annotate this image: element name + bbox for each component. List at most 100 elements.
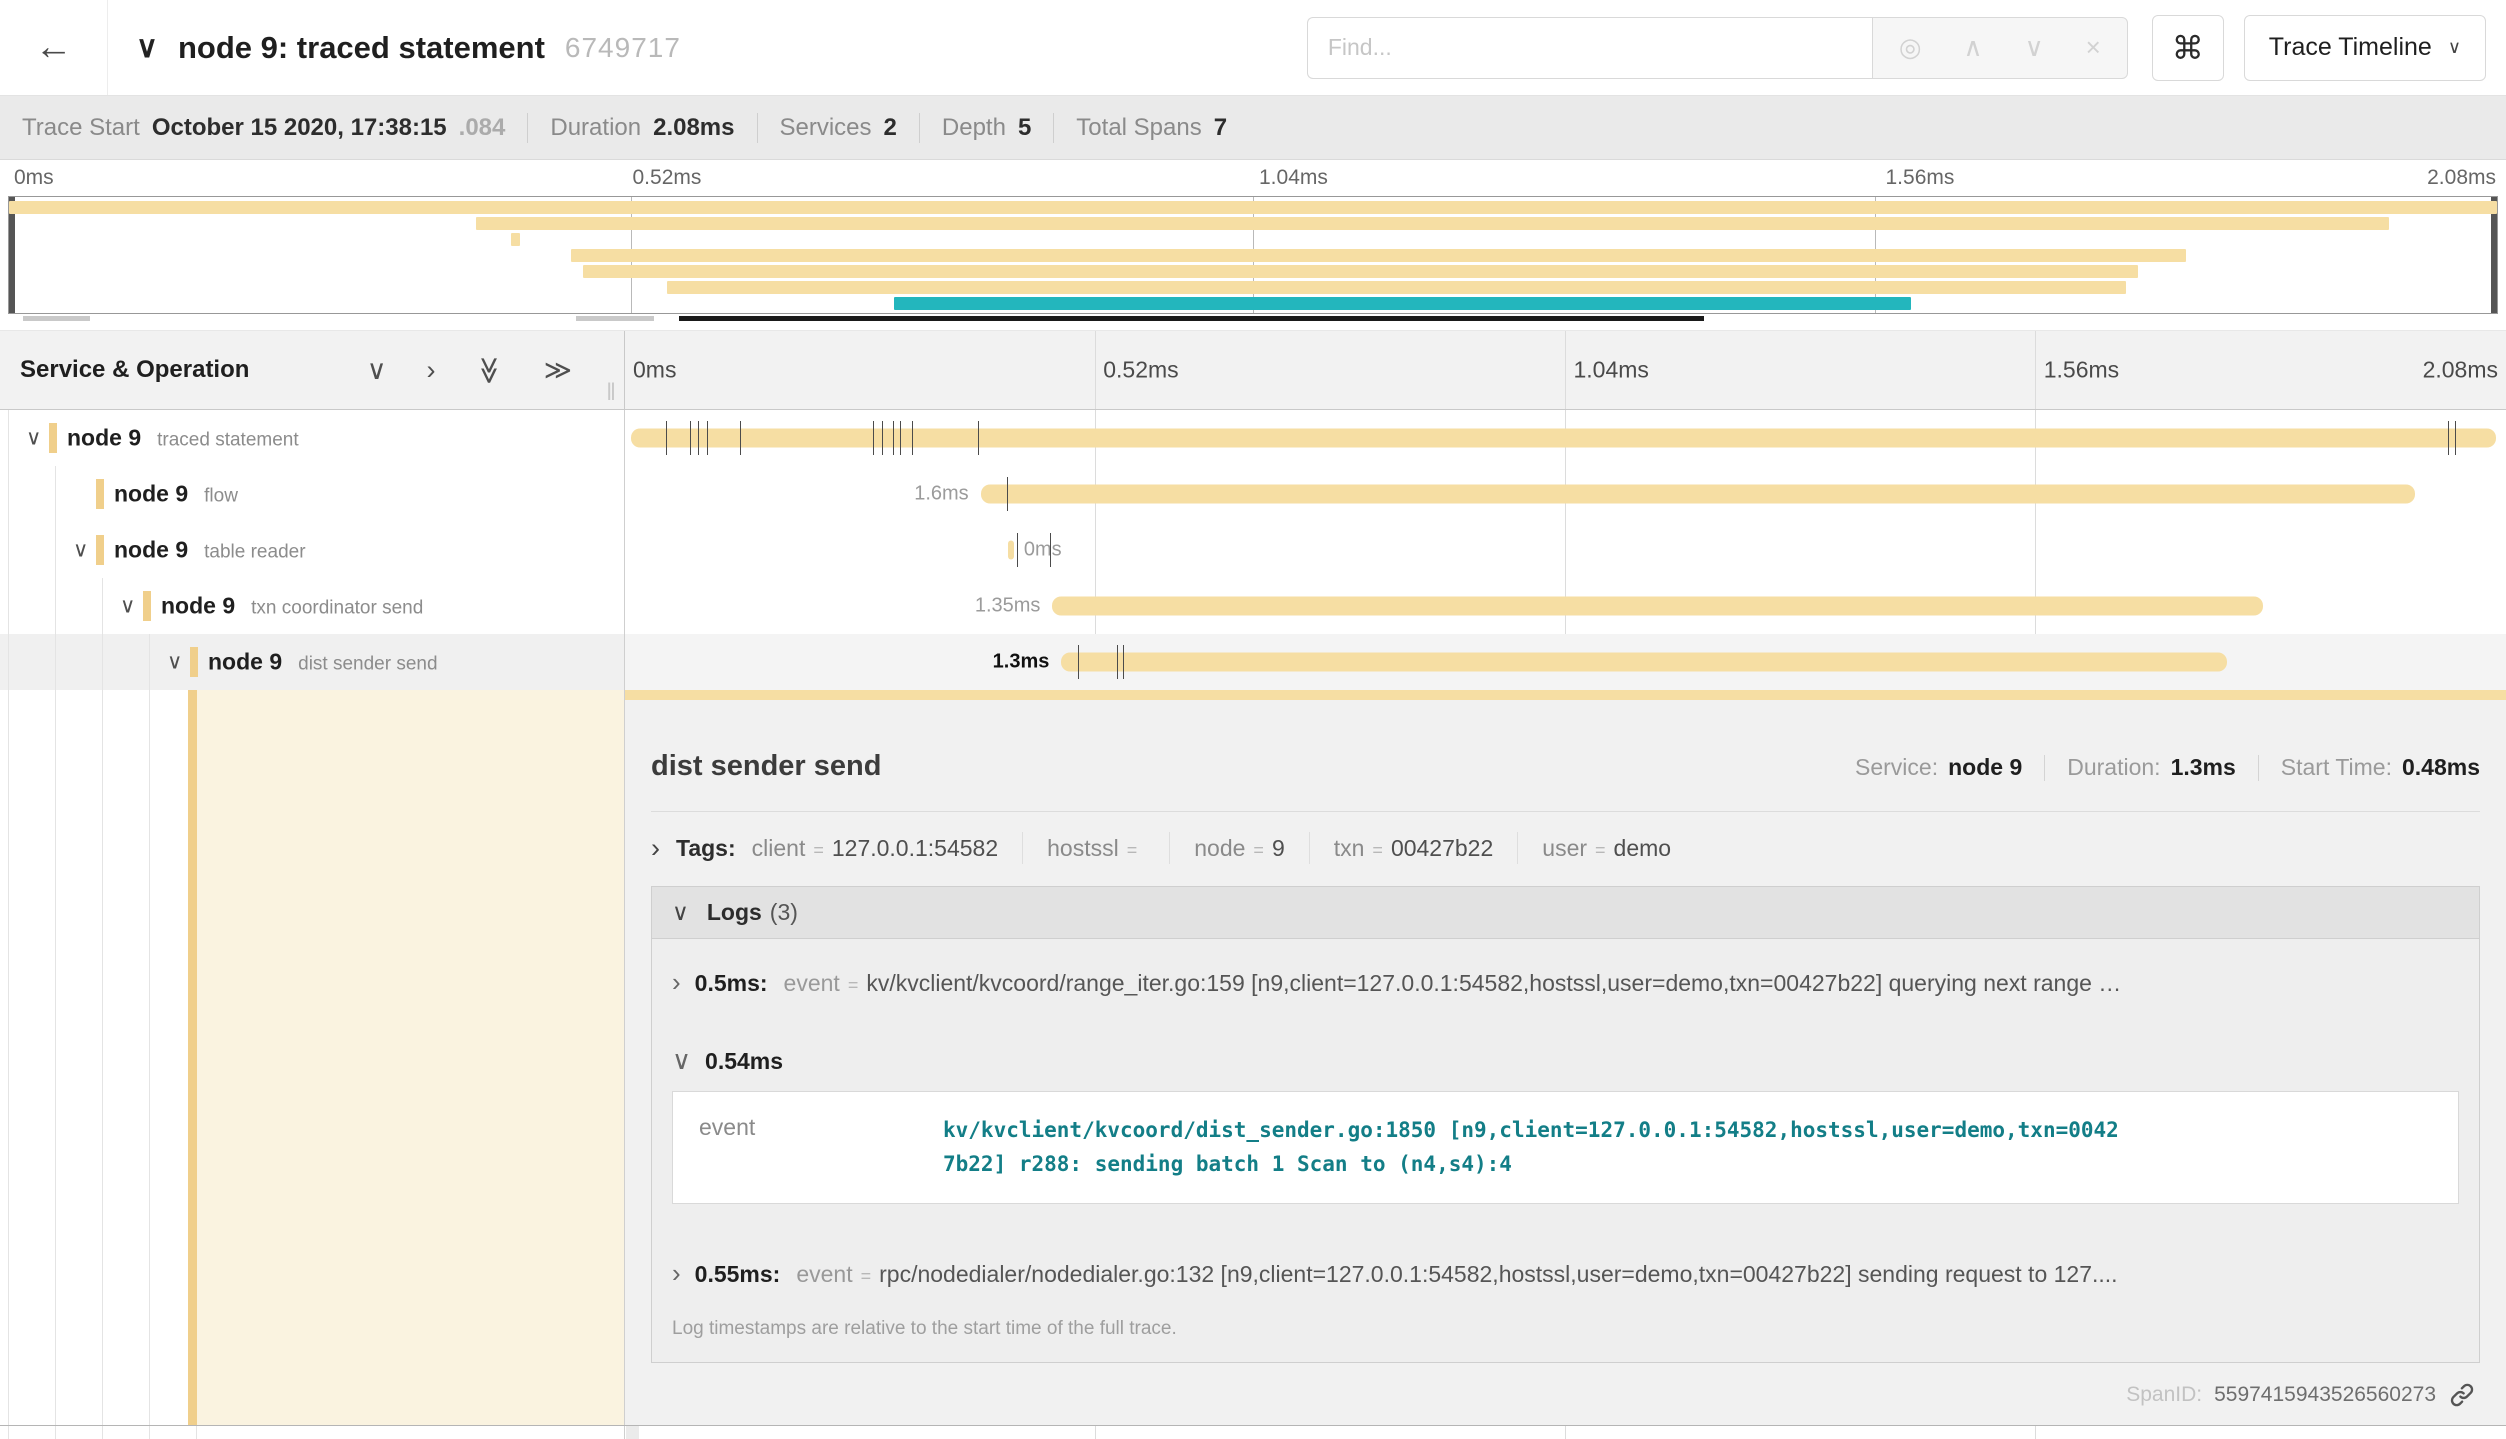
span-row-name-table-reader[interactable]: ∨node 9table reader — [0, 522, 625, 578]
chevron-down-icon: ∨ — [2448, 37, 2461, 58]
log-entry-expanded-header[interactable]: ∨0.54ms — [652, 1023, 2479, 1091]
chevron-down-icon[interactable]: ∨ — [167, 650, 182, 675]
operation-name: txn coordinator send — [251, 598, 423, 620]
summary-value: 7 — [1214, 114, 1227, 142]
equals-sign: = — [1127, 840, 1138, 861]
trace-minimap[interactable]: 0ms0.52ms1.04ms1.56ms2.08ms — [0, 160, 2506, 330]
span-row-name-batch-node9[interactable]: node 9/cockroach.roachpb.I… — [0, 1426, 625, 1439]
collapse-all-icon[interactable]: ≫ — [476, 356, 503, 384]
chevron-down-icon[interactable]: ∨ — [73, 538, 88, 563]
log-entry-collapsed[interactable]: ›0.55ms:event=rpc/nodedialer/nodedialer.… — [652, 1230, 2479, 1314]
clear-search-icon[interactable]: × — [2086, 32, 2101, 63]
minimap-left-handle[interactable] — [9, 197, 15, 313]
indent-guide — [8, 466, 9, 522]
span-row-track-txn-coordinator-send[interactable]: 1.35ms — [625, 578, 2506, 634]
scrollbar[interactable] — [626, 1426, 639, 1439]
collapse-one-icon[interactable]: ∨ — [367, 357, 387, 384]
back-button[interactable]: ← — [0, 0, 108, 95]
logs-header[interactable]: ∨ Logs (3) — [652, 887, 2479, 939]
app-header: ← ∨ node 9: traced statement 6749717 ◎∧∨… — [0, 0, 2506, 96]
detail-meta-label: Start Time: — [2281, 754, 2392, 781]
span-detail-left-gutter — [0, 690, 625, 1425]
span-row-track-dist-sender-send[interactable]: 1.3ms — [625, 634, 2506, 690]
span-row-track-table-reader[interactable]: 0ms — [625, 522, 2506, 578]
ruler-tick-label: 1.04ms — [1574, 357, 1649, 384]
span-bars-area: 0ms — [631, 522, 2496, 578]
minimap-canvas[interactable] — [8, 196, 2498, 314]
detail-meta-label: Duration: — [2067, 754, 2160, 781]
chevron-down-icon[interactable]: ∨ — [26, 426, 41, 451]
log-marker-tick — [893, 421, 894, 455]
minimap-tick-label: 0ms — [14, 166, 54, 190]
span-row-labels: node 9flow — [114, 481, 238, 508]
find-input[interactable] — [1307, 17, 1872, 79]
service-operation-title: Service & Operation — [20, 356, 249, 384]
view-select-button[interactable]: Trace Timeline ∨ — [2244, 15, 2486, 81]
minimap-span-traced-statement — [9, 201, 2497, 214]
log-entry-collapsed[interactable]: ›0.5ms:event=kv/kvclient/kvcoord/range_i… — [652, 939, 2479, 1023]
span-row-name-dist-sender-send[interactable]: ∨node 9dist sender send — [0, 634, 625, 690]
span-row-track-traced-statement[interactable] — [625, 410, 2506, 466]
chevron-down-icon[interactable]: ∨ — [120, 594, 135, 619]
span-row-table-reader[interactable]: ∨node 9table reader0ms — [0, 522, 2506, 578]
span-duration-label: 1.6ms — [914, 483, 968, 506]
tag-key: client — [752, 835, 806, 862]
minimap-span-table-reader — [511, 233, 519, 246]
back-icon: ← — [35, 26, 73, 69]
log-marker-tick — [912, 421, 913, 455]
deep-link-icon[interactable] — [2448, 1381, 2476, 1409]
chevron-right-icon: › — [651, 835, 660, 862]
indent-guide — [102, 578, 103, 634]
keyboard-shortcuts-button[interactable]: ⌘ — [2152, 15, 2224, 81]
span-row-batch-node9[interactable]: node 9/cockroach.roachpb.I…1.22ms — [0, 1426, 2506, 1439]
span-row-track-batch-node9[interactable]: 1.22ms — [625, 1426, 2506, 1439]
log-marker-tick — [698, 421, 699, 455]
chevron-right-icon: › — [672, 969, 681, 995]
minimap-span-dist-sender-send — [583, 265, 2138, 278]
span-row-name-txn-coordinator-send[interactable]: ∨node 9txn coordinator send — [0, 578, 625, 634]
operation-name: dist sender send — [298, 654, 437, 676]
indent-guide — [8, 690, 9, 1425]
log-marker-tick — [2448, 421, 2449, 455]
tag-item-hostssl: hostssl= — [1047, 835, 1145, 862]
summary-item: Trace StartOctober 15 2020, 17:38:15.084 — [22, 114, 505, 142]
indent-guide — [55, 578, 56, 634]
detail-divider — [651, 811, 2480, 812]
expand-one-icon[interactable]: › — [426, 357, 435, 384]
span-bar-dist-sender-send[interactable] — [1061, 653, 2227, 672]
service-color-chip — [143, 591, 151, 621]
column-resizer-handle[interactable]: ‖ — [606, 379, 616, 407]
log-marker-tick — [740, 421, 741, 455]
find-area: ◎ ∧ ∨ × ⌘ Trace Timeline ∨ — [1307, 15, 2486, 81]
span-bar-flow[interactable] — [981, 485, 2416, 504]
service-color-chip — [49, 423, 57, 453]
span-row-dist-sender-send[interactable]: ∨node 9dist sender send1.3ms — [0, 634, 2506, 690]
span-id-label: SpanID: — [2126, 1383, 2202, 1407]
span-id-value: 5597415943526560273 — [2214, 1383, 2436, 1407]
span-row-flow[interactable]: node 9flow 1.6ms — [0, 466, 2506, 522]
minimap-right-handle[interactable] — [2491, 197, 2497, 313]
span-row-name-flow[interactable]: node 9flow — [0, 466, 625, 522]
prev-result-icon[interactable]: ∧ — [1964, 32, 1983, 63]
next-result-icon[interactable]: ∨ — [2025, 32, 2044, 63]
span-row-txn-coordinator-send[interactable]: ∨node 9txn coordinator send1.35ms — [0, 578, 2506, 634]
span-bar-table-reader[interactable] — [1008, 541, 1014, 560]
trace-collapse-icon[interactable]: ∨ — [136, 30, 158, 65]
match-case-icon[interactable]: ◎ — [1899, 32, 1922, 63]
log-marker-tick — [1117, 645, 1118, 679]
span-row-traced-statement[interactable]: ∨node 9traced statement — [0, 410, 2506, 466]
tags-accordion[interactable]: › Tags: client=127.0.0.1:54582hostssl=no… — [651, 832, 2480, 864]
equals-sign: = — [848, 975, 859, 995]
minimap-tick-label: 1.56ms — [1886, 166, 1955, 190]
span-row-name-traced-statement[interactable]: ∨node 9traced statement — [0, 410, 625, 466]
trace-summary-bar: Trace StartOctober 15 2020, 17:38:15.084… — [0, 96, 2506, 160]
span-detail-row: dist sender send Service:node 9Duration:… — [0, 690, 2506, 1426]
span-row-track-flow[interactable]: 1.6ms — [625, 466, 2506, 522]
span-bar-txn-coordinator-send[interactable] — [1052, 597, 2262, 616]
expand-all-icon[interactable]: ≫ — [544, 357, 572, 384]
log-summary: event=kv/kvclient/kvcoord/range_iter.go:… — [784, 970, 2122, 997]
log-marker-tick — [1017, 533, 1018, 567]
tag-separator — [1022, 832, 1023, 864]
ruler-tick-label: 1.56ms — [2044, 357, 2119, 384]
minimap-tick-label: 0.52ms — [633, 166, 702, 190]
